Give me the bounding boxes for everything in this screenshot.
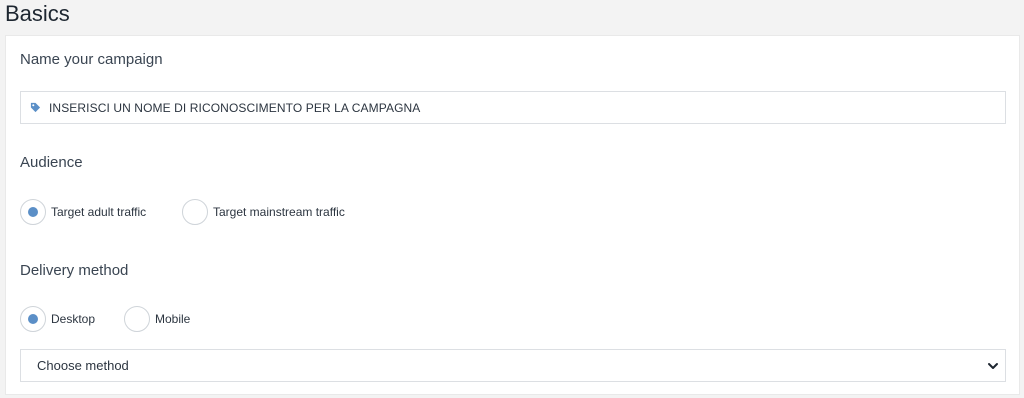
- audience-label: Audience: [20, 154, 83, 171]
- delivery-option-desktop[interactable]: Desktop: [20, 306, 95, 332]
- radio-button[interactable]: [20, 306, 46, 332]
- audience-option-label: Target mainstream traffic: [213, 205, 345, 219]
- radio-selected-dot: [28, 314, 38, 324]
- campaign-name-input[interactable]: INSERISCI UN NOME DI RICONOSCIMENTO PER …: [20, 91, 1006, 124]
- delivery-option-label: Desktop: [51, 312, 96, 326]
- page-title: Basics: [5, 1, 70, 26]
- delivery-option-label: Mobile: [155, 312, 191, 326]
- radio-button[interactable]: [182, 199, 208, 225]
- chevron-down-icon: [988, 362, 998, 369]
- basics-panel: Name your campaign INSERISCI UN NOME DI …: [5, 35, 1020, 395]
- tag-icon: [30, 102, 41, 113]
- audience-option-adult[interactable]: Target adult traffic: [20, 199, 146, 225]
- delivery-method-label: Delivery method: [20, 262, 129, 279]
- radio-button[interactable]: [20, 199, 46, 225]
- campaign-name-value: INSERISCI UN NOME DI RICONOSCIMENTO PER …: [49, 100, 421, 115]
- audience-option-mainstream[interactable]: Target mainstream traffic: [182, 199, 345, 225]
- radio-button[interactable]: [124, 306, 150, 332]
- delivery-method-select[interactable]: Choose method: [20, 349, 1006, 382]
- delivery-method-select-value: Choose method: [37, 358, 129, 373]
- radio-selected-dot: [28, 207, 38, 217]
- campaign-name-label: Name your campaign: [20, 51, 163, 68]
- delivery-option-mobile[interactable]: Mobile: [124, 306, 190, 332]
- audience-option-label: Target adult traffic: [51, 205, 147, 219]
